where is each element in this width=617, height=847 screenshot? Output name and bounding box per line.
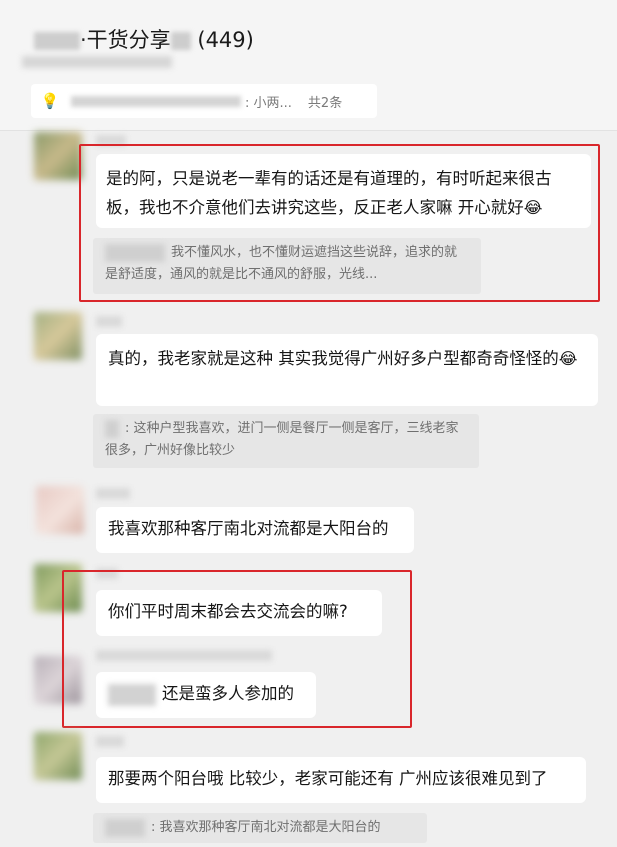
redacted-title-part (170, 32, 191, 50)
pinned-count: 共2条 (307, 95, 343, 111)
redacted-group-name (34, 32, 80, 50)
pinned-messages-bar[interactable]: 💡 : 小两... 共2条 (31, 84, 377, 118)
redacted-quote-sender (105, 419, 119, 438)
avatar[interactable] (34, 132, 82, 180)
chat-header: ·干货分享 (449) 💡 : 小两... 共2条 (0, 0, 617, 131)
redacted-sender-name (96, 736, 124, 747)
avatar[interactable] (36, 486, 84, 534)
group-title[interactable]: ·干货分享 (449) (34, 24, 254, 54)
avatar[interactable] (34, 312, 82, 360)
lightbulb-icon: 💡 (40, 92, 60, 110)
pinned-preview: : 小两... (245, 95, 292, 111)
highlight-box (62, 570, 412, 728)
quoted-text: : 这种户型我喜欢，进门一侧是餐厅一侧是客厅，三线老家很多，广州好像比较少 (105, 421, 459, 458)
redacted-subtitle (22, 56, 172, 68)
message-bubble[interactable]: 那要两个阳台哦 比较少，老家可能还有 广州应该很难见到了 (96, 757, 586, 803)
redacted-pinned-sender (71, 95, 241, 107)
redacted-sender-name (96, 316, 122, 327)
redacted-quote-sender (105, 818, 145, 837)
highlight-box (79, 144, 600, 302)
laughing-emoji-icon: 😂 (558, 349, 578, 368)
quoted-message[interactable]: : 这种户型我喜欢，进门一侧是餐厅一侧是客厅，三线老家很多，广州好像比较少 (93, 414, 479, 468)
redacted-sender-name (96, 488, 130, 499)
avatar[interactable] (34, 732, 82, 780)
message-text: 那要两个阳台哦 比较少，老家可能还有 广州应该很难见到了 (108, 769, 548, 788)
message-bubble[interactable]: 我喜欢那种客厅南北对流都是大阳台的 (96, 507, 414, 553)
member-count: (449) (197, 28, 254, 52)
group-title-text: ·干货分享 (80, 28, 171, 52)
quoted-text: : 我喜欢那种客厅南北对流都是大阳台的 (151, 820, 381, 835)
quoted-message[interactable]: : 我喜欢那种客厅南北对流都是大阳台的 (93, 813, 427, 843)
message-text: 真的，我老家就是这种 其实我觉得广州好多户型都奇奇怪怪的 (108, 349, 559, 368)
message-text: 我喜欢那种客厅南北对流都是大阳台的 (108, 519, 389, 538)
message-bubble[interactable]: 真的，我老家就是这种 其实我觉得广州好多户型都奇奇怪怪的😂 (96, 334, 598, 406)
